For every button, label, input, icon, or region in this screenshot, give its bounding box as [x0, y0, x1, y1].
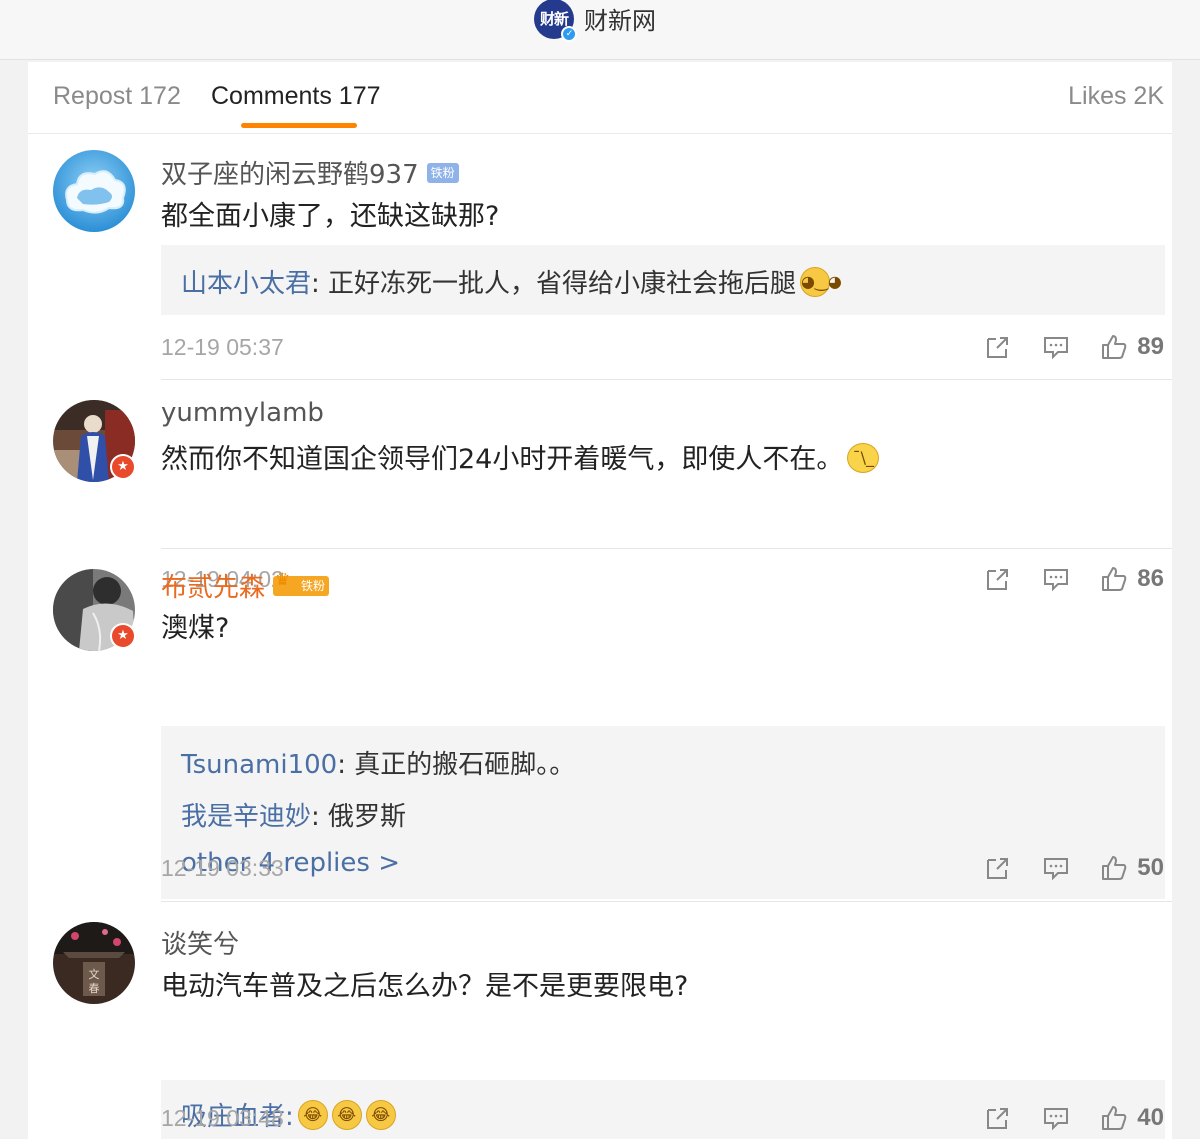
- reply-line: Tsunami100: 真正的搬石砸脚。。: [181, 744, 575, 781]
- brand-logo: 财新 ✓: [534, 0, 577, 42]
- thumbs-up-icon[interactable]: [1100, 333, 1128, 361]
- comment-username[interactable]: 布贰先森 ♛ 铁粉: [161, 567, 330, 604]
- comment-actions: 50: [984, 853, 1164, 883]
- comment-text-content: 然而你不知道国企领导们24小时开着暖气，即使人不在。: [161, 444, 844, 475]
- reply-text: : 俄罗斯: [311, 802, 407, 832]
- shrug-emoji-icon: ¯\_: [847, 442, 880, 473]
- reply-text: :: [285, 1102, 294, 1132]
- comment-text: 然而你不知道国企领导们24小时开着暖气，即使人不在。 ¯\_: [161, 437, 880, 476]
- comment-item: ★ yummylamb 然而你不知道国企领导们24小时开着暖气，即使人不在。 ¯\…: [28, 380, 1172, 592]
- laugh-cry-emoji-icon: 😂: [297, 1099, 328, 1130]
- svg-text:文: 文: [89, 967, 100, 981]
- comment-actions: 89: [984, 332, 1164, 362]
- tab-bar: Repost 172 Comments 177 Likes 2K: [28, 62, 1172, 134]
- crown-icon: ♛: [275, 569, 291, 590]
- comment-time: 12-19 03:33: [161, 855, 284, 881]
- reply-username[interactable]: 山本小太君: [181, 269, 311, 299]
- share-icon[interactable]: [984, 854, 1012, 882]
- reply-text: : 正好冻死一批人，省得给小康社会拖后腿: [311, 269, 797, 299]
- fan-badge-icon: ♛ 铁粉: [273, 571, 330, 596]
- like-count: 40: [1137, 1104, 1164, 1131]
- comment-item: 双子座的闲云野鹤937 铁粉 都全面小康了，还缺这缺那? 山本小太君: 正好冻死一…: [28, 134, 1172, 379]
- tab-repost[interactable]: Repost 172: [53, 82, 181, 111]
- svg-text:春: 春: [89, 982, 100, 995]
- comment-icon[interactable]: [1042, 1104, 1070, 1132]
- comment-time: 12-19 03:48: [161, 1105, 284, 1131]
- reply-line: 山本小太君: 正好冻死一批人，省得给小康社会拖后腿 ◕‿◕: [181, 263, 842, 300]
- thumbs-up-icon[interactable]: [1100, 1104, 1128, 1132]
- laugh-cry-emoji-icon: 😂: [365, 1099, 396, 1130]
- top-bar: 财新 ✓ 财新网: [0, 0, 1200, 60]
- comment-username[interactable]: 双子座的闲云野鹤937 铁粉: [161, 154, 459, 191]
- brand-logo-text: 财新: [539, 10, 569, 28]
- share-icon[interactable]: [984, 1104, 1012, 1132]
- username-text: 双子座的闲云野鹤937: [161, 160, 419, 190]
- comment-username[interactable]: 谈笑兮: [161, 924, 239, 961]
- reply-username[interactable]: 我是辛迪妙: [181, 802, 311, 832]
- fan-badge-icon: 铁粉: [426, 162, 459, 183]
- comment-actions: 40: [984, 1103, 1164, 1133]
- comment-icon[interactable]: [1042, 333, 1070, 361]
- comment-username[interactable]: yummylamb: [161, 398, 324, 428]
- reply-username[interactable]: Tsunami100: [181, 750, 337, 780]
- doge-emoji-icon: ◕‿◕: [800, 266, 842, 297]
- avatar[interactable]: 文 春: [53, 922, 135, 1004]
- comments-card: Repost 172 Comments 177 Likes 2K 双子座的闲云野…: [28, 62, 1172, 1139]
- tab-likes[interactable]: Likes 2K: [1068, 82, 1164, 111]
- comment-item: ★ 布贰先森 ♛ 铁粉 澳煤? Tsunami100: 真正的搬石砸脚。。 我是辛迪…: [28, 549, 1172, 901]
- verified-icon: ✓: [561, 25, 577, 42]
- reply-line: 我是辛迪妙: 俄罗斯: [181, 796, 406, 833]
- comment-time: 12-19 05:37: [161, 334, 284, 360]
- comment-icon[interactable]: [1042, 854, 1070, 882]
- brand[interactable]: 财新 ✓ 财新网: [534, 0, 656, 42]
- share-icon[interactable]: [984, 333, 1012, 361]
- fan-badge-text: 铁粉: [301, 578, 326, 593]
- comment-text: 澳煤?: [161, 613, 230, 644]
- reply-text: : 真正的搬石砸脚。。: [337, 750, 576, 780]
- reply-box[interactable]: 山本小太君: 正好冻死一批人，省得给小康社会拖后腿 ◕‿◕: [161, 245, 1165, 315]
- laugh-cry-emoji-icon: 😂: [331, 1099, 362, 1130]
- verified-icon: ★: [110, 454, 136, 480]
- brand-name: 财新网: [584, 7, 656, 35]
- active-tab-indicator: [241, 123, 357, 128]
- tab-comments[interactable]: Comments 177: [211, 82, 381, 111]
- like-count: 50: [1137, 854, 1164, 881]
- thumbs-up-icon[interactable]: [1100, 854, 1128, 882]
- avatar[interactable]: [53, 150, 135, 232]
- comment-text: 都全面小康了，还缺这缺那?: [161, 201, 500, 232]
- verified-icon: ★: [110, 623, 136, 649]
- username-text: 布贰先森: [161, 573, 266, 603]
- comment-text: 电动汽车普及之后怎么办？是不是更要限电?: [161, 971, 689, 1002]
- like-count: 89: [1137, 333, 1164, 360]
